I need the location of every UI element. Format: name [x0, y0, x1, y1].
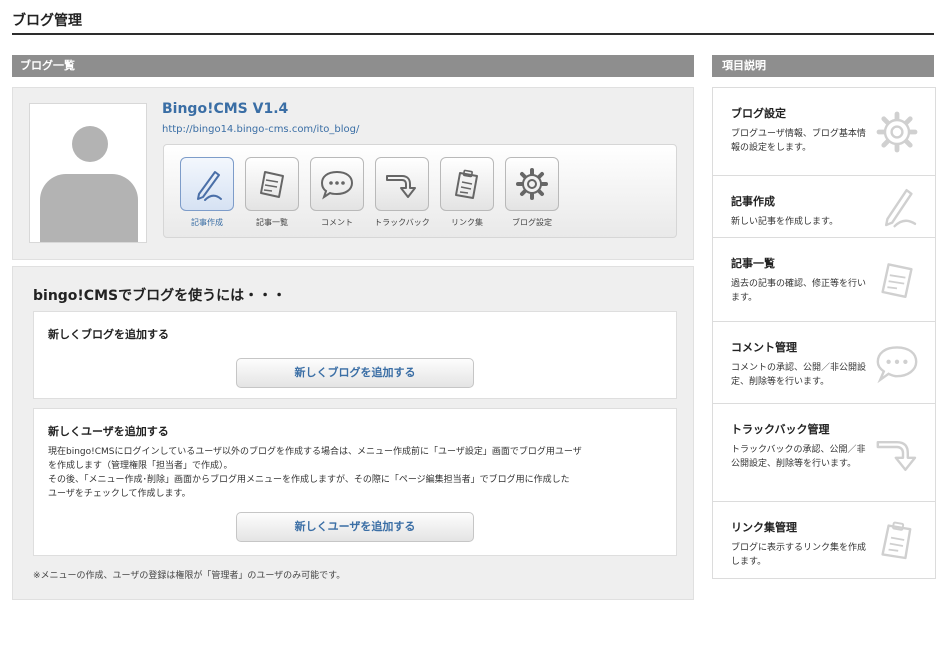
trackback-arrow-icon	[386, 175, 416, 198]
blog-name-link[interactable]: Bingo!CMS V1.4	[162, 101, 288, 117]
description-line: その後、「メニュー作成･削除」画面からブログ用メニューを作成しますが、その際に「…	[48, 475, 570, 485]
help-item-desc: 新しい記事を作成します。	[731, 217, 839, 227]
help-item-create-post: 記事作成 新しい記事を作成します。	[713, 176, 935, 238]
help-item-desc: ブログユーザ情報、ブログ基本情報の設定をします。	[731, 129, 866, 153]
add-user-button[interactable]: 新しくユーザを追加する	[236, 512, 474, 542]
tool-label: ブログ設定	[512, 218, 552, 227]
blog-settings-button[interactable]	[505, 157, 559, 211]
page-title: ブログ管理	[12, 13, 82, 29]
add-user-title: 新しくユーザを追加する	[48, 425, 169, 438]
avatar-body	[40, 174, 138, 242]
add-blog-button[interactable]: 新しくブログを追加する	[236, 358, 474, 388]
links-button[interactable]	[440, 157, 494, 211]
tool-label: リンク集	[451, 218, 483, 227]
tool-links[interactable]: リンク集	[436, 157, 498, 228]
tool-label: コメント	[321, 218, 353, 227]
help-item-desc: 過去の記事の確認、修正等を行います。	[731, 279, 867, 303]
tool-label: 記事一覧	[256, 218, 288, 227]
pencil-icon	[885, 188, 917, 227]
tool-create-post[interactable]: 記事作成	[176, 157, 238, 228]
create-post-button[interactable]	[180, 157, 234, 211]
help-item-post-list: 記事一覧 過去の記事の確認、修正等を行います。	[713, 238, 935, 322]
gear-icon	[876, 111, 918, 152]
trackback-arrow-icon	[876, 440, 917, 471]
tool-label: 記事作成	[191, 218, 223, 227]
add-user-card: 新しくユーザを追加する 現在bingo!CMSにログインしているユーザ以外のブロ…	[33, 408, 677, 556]
clipboard-icon	[455, 169, 478, 199]
tool-post-list[interactable]: 記事一覧	[241, 157, 303, 228]
help-item-links: リンク集管理 ブログに表示するリンク集を作成します。	[713, 502, 935, 578]
item-description-list: ブログ設定 ブログユーザ情報、ブログ基本情報の設定をします。 記事作成 新しい記…	[712, 87, 936, 579]
comments-button[interactable]	[310, 157, 364, 211]
speech-bubble-icon	[320, 170, 354, 200]
how-to-title: bingo!CMSでブログを使うには・・・	[33, 288, 287, 304]
add-blog-title: 新しくブログを追加する	[48, 328, 169, 341]
help-item-desc: ブログに表示するリンク集を作成します。	[731, 543, 867, 567]
blog-list-panel: Bingo!CMS V1.4 http://bingo14.bingo-cms.…	[12, 87, 694, 260]
post-list-button[interactable]	[245, 157, 299, 211]
tool-blog-settings[interactable]: ブログ設定	[501, 157, 563, 228]
permission-note: ※メニューの作成、ユーザの登録は権限が「管理者」のユーザのみ可能です。	[33, 571, 346, 581]
tool-label: トラックバック	[374, 218, 430, 227]
tool-trackback[interactable]: トラックバック	[371, 157, 433, 228]
gear-icon	[516, 168, 548, 200]
help-item-desc: コメントの承認、公開／非公開設定、削除等を行います。	[731, 363, 867, 387]
blog-list-header: ブログ一覧	[12, 55, 694, 77]
add-blog-card: 新しくブログを追加する 新しくブログを追加する	[33, 311, 677, 399]
speech-bubble-icon	[876, 345, 918, 383]
add-user-description: 現在bingo!CMSにログインしているユーザ以外のブログを作成する場合は、メニ…	[48, 445, 668, 501]
item-description-header: 項目説明	[712, 55, 934, 77]
notepad-icon	[881, 262, 913, 298]
blog-url-link[interactable]: http://bingo14.bingo-cms.com/ito_blog/	[162, 124, 359, 135]
clipboard-icon	[881, 521, 912, 560]
how-to-panel: bingo!CMSでブログを使うには・・・ 新しくブログを追加する 新しくブログ…	[12, 266, 694, 600]
pencil-icon	[197, 171, 222, 201]
title-divider	[12, 33, 934, 35]
help-item-comments: コメント管理 コメントの承認、公開／非公開設定、削除等を行います。	[713, 322, 935, 404]
description-line: を作成します（管理権限「担当者」で作成）。	[48, 461, 233, 471]
description-line: 現在bingo!CMSにログインしているユーザ以外のブログを作成する場合は、メニ…	[48, 447, 582, 457]
avatar	[29, 103, 147, 243]
description-line: ユーザをチェックして作成します。	[48, 489, 191, 499]
tool-comments[interactable]: コメント	[306, 157, 368, 228]
help-item-trackback: トラックバック管理 トラックバックの承認、公開／非公開設定、削除等を行います。	[713, 404, 935, 502]
avatar-head	[72, 126, 108, 162]
help-item-blog-settings: ブログ設定 ブログユーザ情報、ブログ基本情報の設定をします。	[713, 88, 935, 176]
blog-tools-tray: 記事作成 記事一覧 コメント トラックバック リンク集 ブログ設定	[163, 144, 677, 238]
trackback-button[interactable]	[375, 157, 429, 211]
help-item-desc: トラックバックの承認、公開／非公開設定、削除等を行います。	[731, 445, 866, 469]
notepad-icon	[260, 171, 284, 198]
